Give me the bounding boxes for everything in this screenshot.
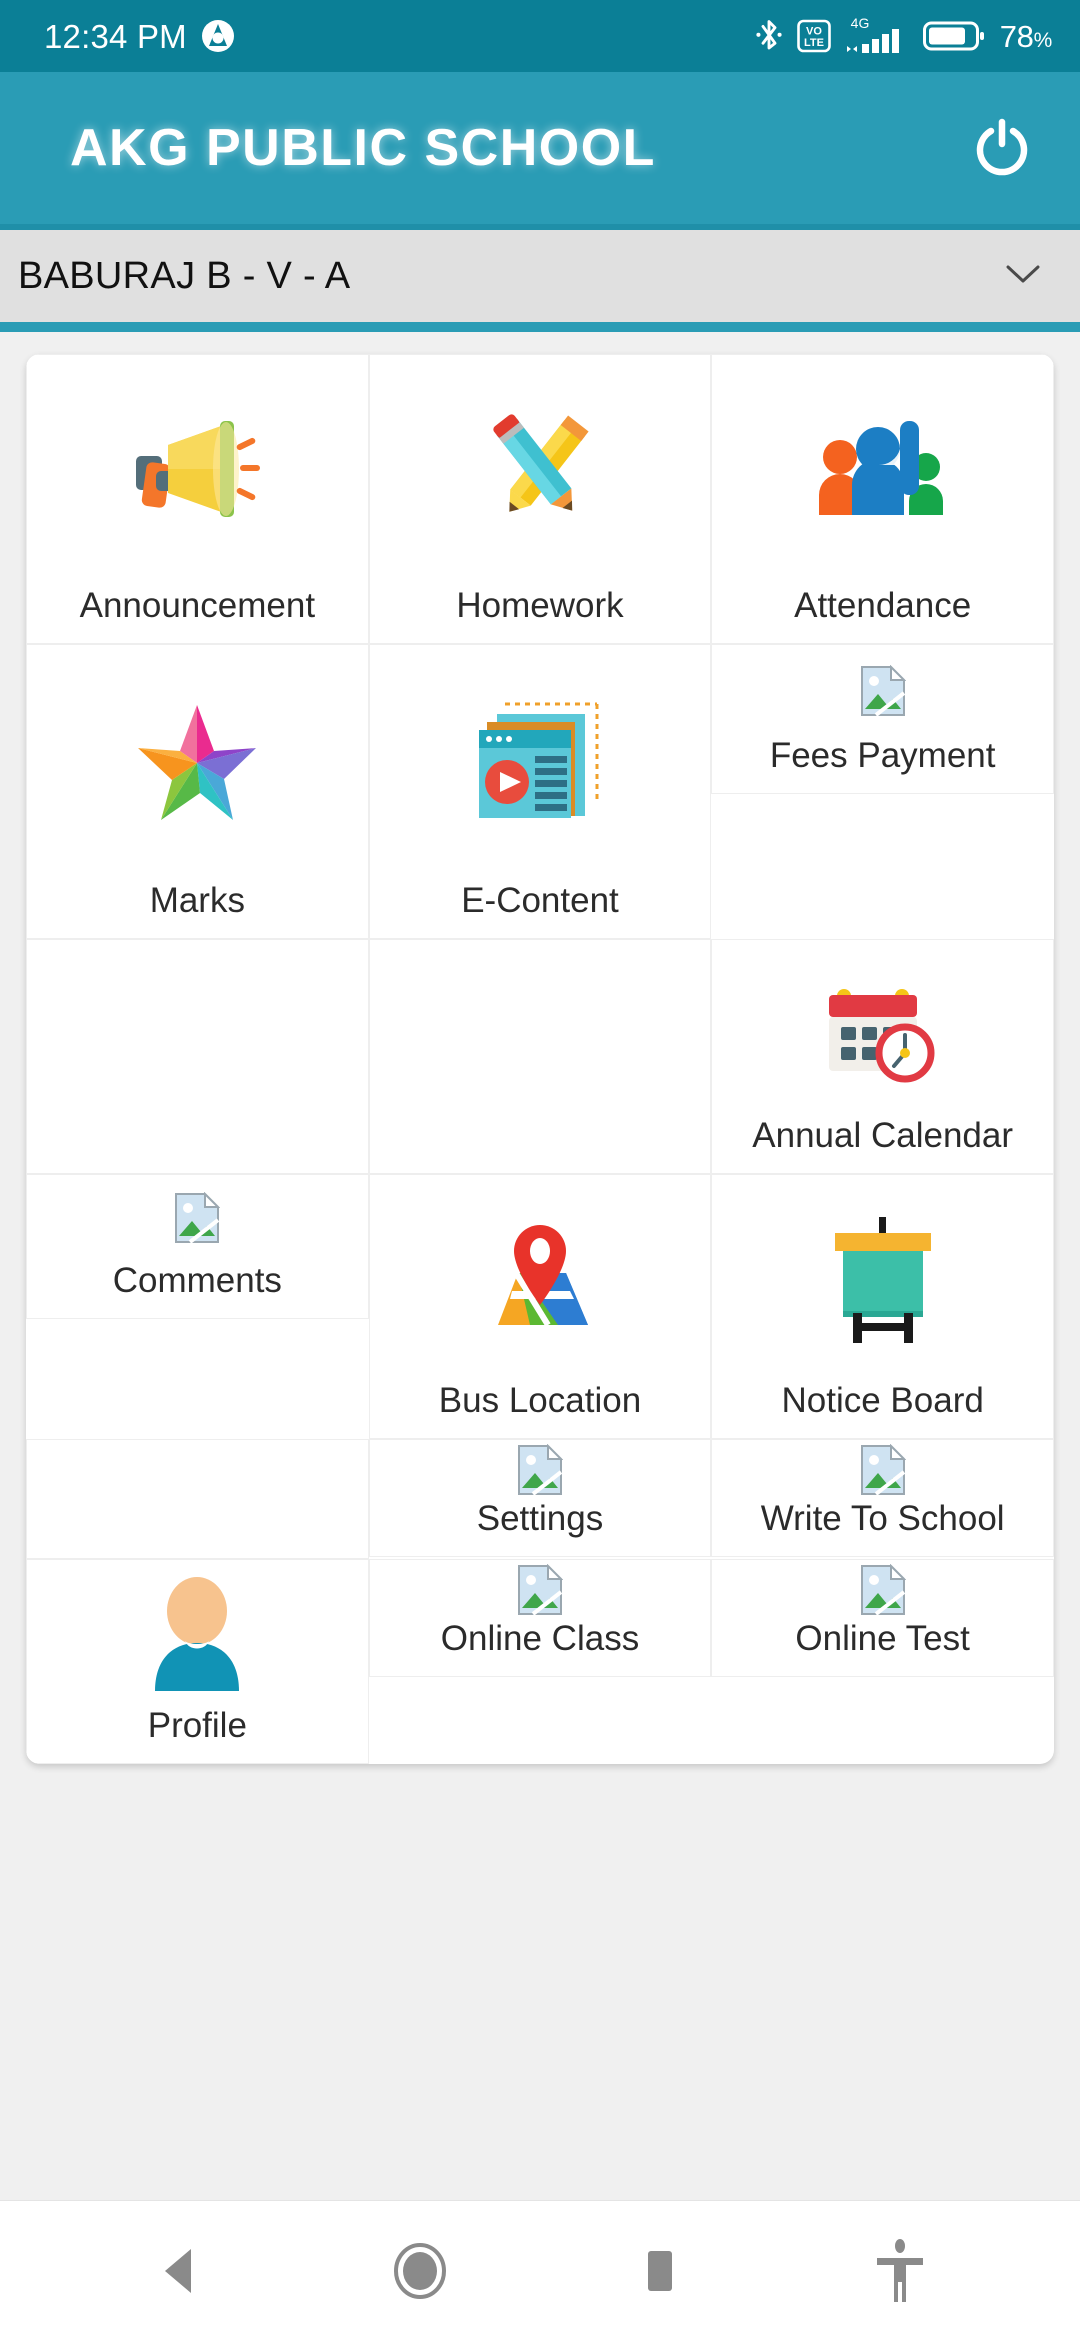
- menu-tile-write-to-school[interactable]: Write To School: [711, 1439, 1054, 1557]
- menu-tile-label: Attendance: [794, 586, 972, 626]
- broken-image-icon: [376, 1443, 705, 1496]
- menu-tile-label: Profile: [147, 1706, 247, 1746]
- svg-text:VO: VO: [806, 26, 822, 38]
- recents-button[interactable]: [600, 2211, 720, 2331]
- crossed-pencils-icon: [376, 365, 705, 576]
- broken-image-icon: [376, 1563, 705, 1616]
- person-avatar-icon: [33, 1570, 362, 1696]
- menu-tile-e-content[interactable]: E-Content: [368, 644, 712, 939]
- broken-image-icon: [718, 1443, 1047, 1496]
- megaphone-icon: [33, 365, 362, 576]
- menu-tile-label: Comments: [112, 1261, 282, 1301]
- power-icon: [970, 114, 1034, 183]
- logout-power-button[interactable]: [964, 110, 1040, 186]
- main-content: Announcement Homework Attendance Marks E…: [0, 332, 1080, 1832]
- selector-underline: [0, 322, 1080, 332]
- svg-text:4G: 4G: [850, 15, 869, 31]
- menu-tile-marks[interactable]: Marks: [26, 644, 369, 939]
- app-logo-a-icon: [201, 19, 235, 53]
- page-title: AKG PUBLIC SCHOOL: [70, 119, 656, 177]
- battery-percent: 78%: [999, 18, 1053, 54]
- status-bar: 12:34 PM VO LTE 4G 78%: [0, 0, 1080, 72]
- menu-tile-label: Online Class: [440, 1619, 640, 1659]
- broken-image-icon: [718, 655, 1047, 726]
- accessibility-button[interactable]: [840, 2211, 960, 2331]
- menu-tile-label: Bus Location: [438, 1381, 642, 1421]
- system-nav-bar: [0, 2200, 1080, 2340]
- signal-bars-icon: 4G: [844, 15, 910, 57]
- recents-square-icon: [638, 2243, 682, 2299]
- menu-tile-label: Marks: [149, 881, 245, 921]
- menu-tile-online-class[interactable]: Online Class: [368, 1559, 712, 1677]
- menu-tile-homework[interactable]: Homework: [368, 354, 712, 644]
- broken-image-icon: [718, 1563, 1047, 1616]
- menu-tile-online-test[interactable]: Online Test: [711, 1559, 1054, 1677]
- menu-grid-empty-cell: [26, 1439, 369, 1559]
- menu-tile-label: Annual Calendar: [752, 1116, 1014, 1156]
- chevron-down-icon: [1004, 262, 1042, 291]
- bluetooth-icon: [754, 18, 784, 54]
- home-button[interactable]: [360, 2211, 480, 2331]
- menu-tile-label: Settings: [476, 1499, 604, 1539]
- calendar-clock-icon: [718, 950, 1047, 1106]
- home-circle-icon: [392, 2242, 448, 2300]
- back-button[interactable]: [120, 2211, 240, 2331]
- broken-image-icon: [33, 1185, 362, 1251]
- menu-tile-label: Online Test: [795, 1619, 970, 1659]
- back-triangle-icon: [157, 2245, 203, 2297]
- menu-tile-profile[interactable]: Profile: [26, 1559, 369, 1764]
- student-selector[interactable]: BABURAJ B - V - A: [0, 230, 1080, 322]
- battery-icon: [922, 19, 985, 53]
- menu-grid: Announcement Homework Attendance Marks E…: [26, 354, 1054, 1764]
- menu-tile-notice-board[interactable]: Notice Board: [711, 1174, 1054, 1439]
- menu-tile-label: Write To School: [760, 1499, 1005, 1539]
- menu-tile-fees-payment[interactable]: Fees Payment: [711, 644, 1054, 794]
- page-background-spacer: [0, 1832, 1080, 2200]
- student-selector-value: BABURAJ B - V - A: [18, 254, 351, 297]
- menu-tile-label: Announcement: [79, 586, 316, 626]
- svg-text:LTE: LTE: [804, 37, 824, 49]
- colorful-star-icon: [33, 655, 362, 871]
- menu-tile-announcement[interactable]: Announcement: [26, 354, 369, 644]
- menu-tile-label: E-Content: [461, 881, 619, 921]
- menu-tile-label: Notice Board: [781, 1381, 984, 1421]
- status-bar-right: VO LTE 4G 78%: [754, 15, 1052, 57]
- menu-tile-label: Homework: [456, 586, 624, 626]
- notice-board-icon: [718, 1185, 1047, 1371]
- menu-tile-attendance[interactable]: Attendance: [711, 354, 1054, 644]
- map-pin-icon: [376, 1185, 705, 1371]
- status-bar-left: 12:34 PM: [44, 19, 235, 53]
- menu-tile-label: Fees Payment: [769, 736, 996, 776]
- app-header: AKG PUBLIC SCHOOL: [0, 72, 1080, 224]
- people-raising-hand-icon: [718, 365, 1047, 576]
- menu-grid-empty-cell: [26, 939, 369, 1174]
- accessibility-person-icon: [872, 2238, 928, 2304]
- volte-icon: VO LTE: [796, 18, 831, 54]
- menu-tile-settings[interactable]: Settings: [368, 1439, 712, 1557]
- status-time: 12:34 PM: [44, 17, 187, 55]
- menu-tile-annual-calendar[interactable]: Annual Calendar: [711, 939, 1054, 1174]
- menu-tile-bus-location[interactable]: Bus Location: [368, 1174, 712, 1439]
- media-documents-icon: [376, 655, 705, 871]
- menu-grid-empty-cell: [368, 939, 712, 1174]
- menu-tile-comments[interactable]: Comments: [26, 1174, 369, 1319]
